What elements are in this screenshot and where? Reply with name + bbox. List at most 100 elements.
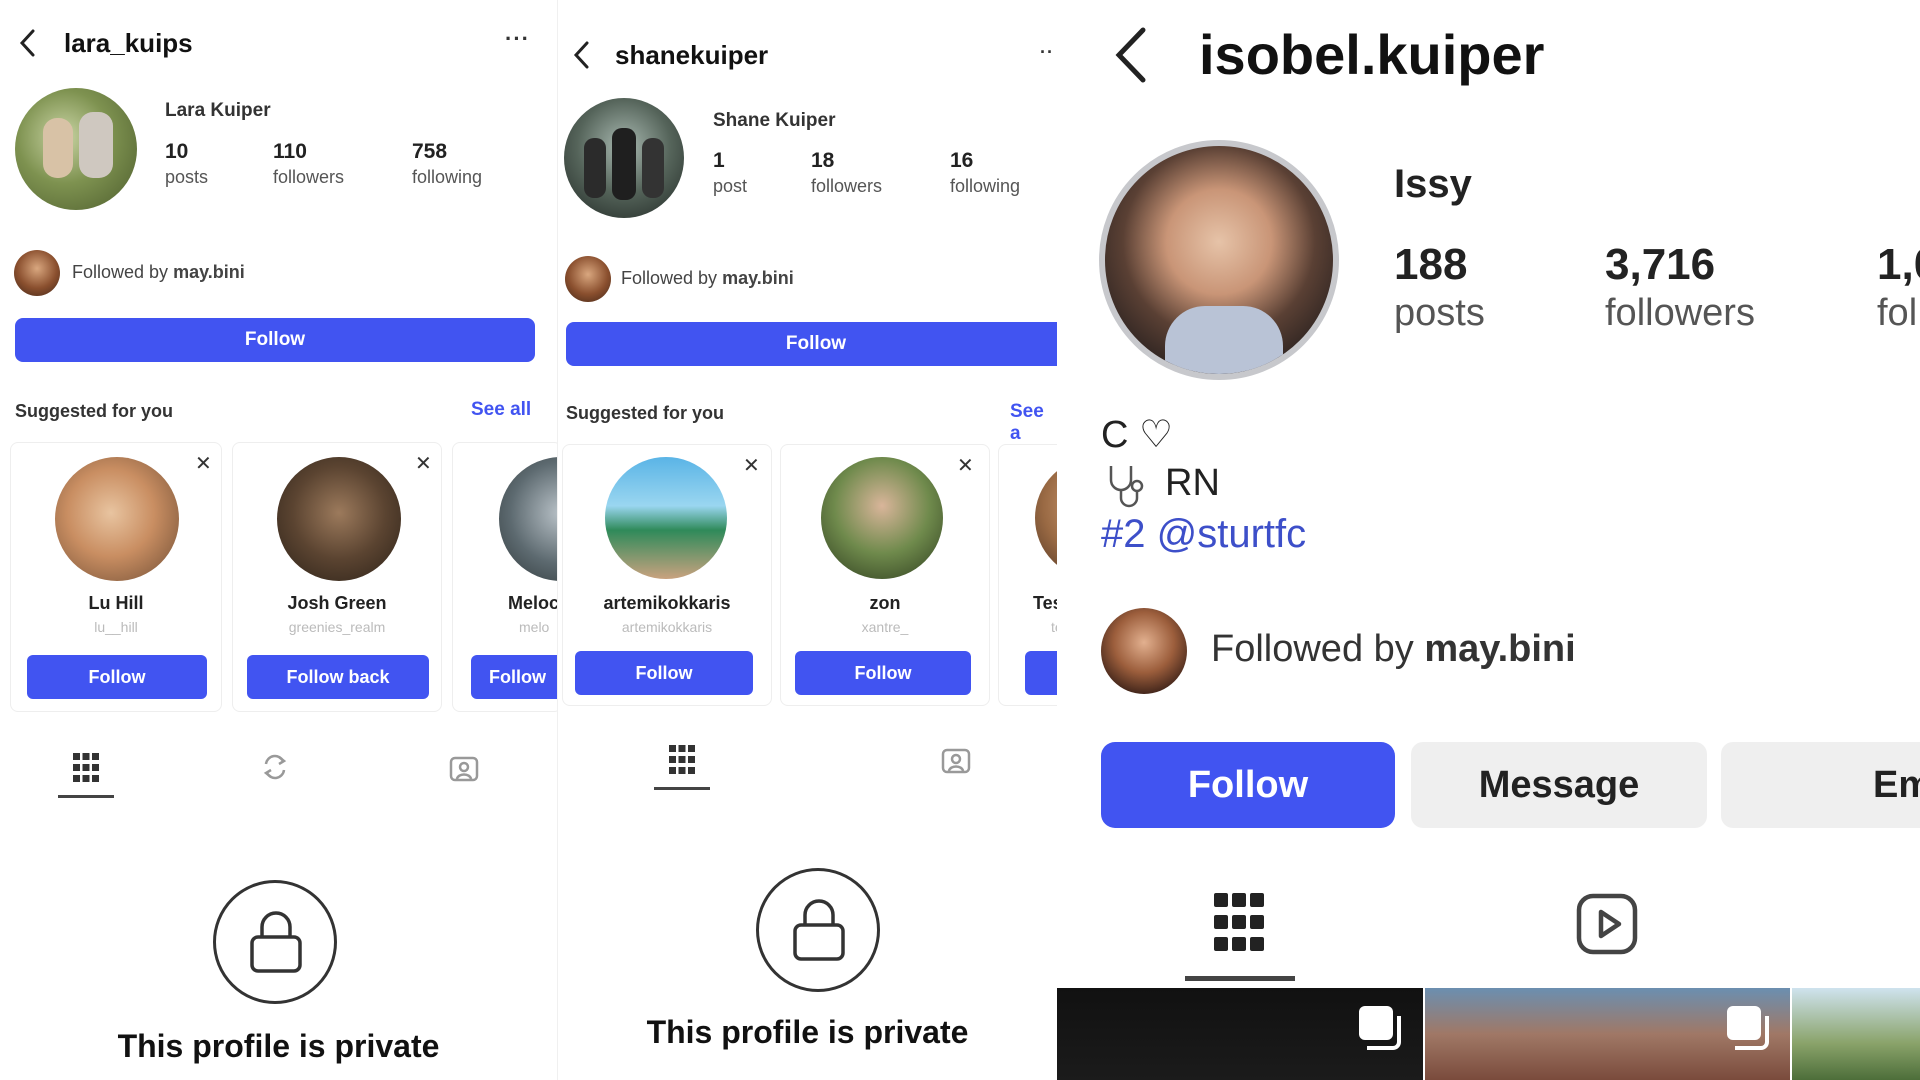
back-arrow-icon[interactable] (1113, 26, 1149, 84)
followed-by-text[interactable]: Followed by may.bini (621, 268, 794, 289)
dismiss-icon[interactable]: ✕ (195, 451, 212, 476)
suggestion-follow-button[interactable] (1025, 651, 1057, 695)
lock-circle (213, 880, 337, 1004)
profile-avatar (15, 88, 137, 210)
private-profile-text: This profile is private (646, 1014, 969, 1050)
stethoscope-icon (1109, 466, 1144, 508)
more-options-icon[interactable]: ··· (505, 26, 530, 52)
more-options-icon[interactable]: ·· (1040, 42, 1054, 63)
post-thumbnail[interactable] (1425, 988, 1790, 1080)
suggestion-name[interactable]: Lu Hill (11, 593, 221, 614)
suggested-title: Suggested for you (566, 403, 725, 423)
posts-label: post (713, 176, 748, 196)
following-count[interactable]: 758 (412, 140, 447, 164)
followers-label[interactable]: followers (811, 176, 882, 197)
active-tab-indicator (654, 787, 710, 790)
see-all-link[interactable]: See a (1010, 401, 1057, 445)
profile-username: isobel.kuiper (1199, 23, 1545, 86)
tagged-icon[interactable] (448, 752, 480, 784)
lock-icon (793, 899, 845, 961)
grid-icon[interactable] (72, 752, 100, 784)
following-label[interactable]: following (950, 176, 1020, 197)
profile-name: Lara Kuiper (165, 100, 271, 121)
post-thumbnail[interactable] (1057, 988, 1423, 1080)
posts-count: 10 (165, 140, 189, 163)
suggestion-handle: lu__hill (94, 619, 138, 635)
suggested-title: Suggested for you (15, 401, 174, 421)
lock-circle (756, 868, 880, 992)
dismiss-icon[interactable]: ✕ (415, 451, 432, 476)
followers-label[interactable]: followers (273, 167, 344, 188)
posts-label: posts (165, 167, 209, 187)
follow-button[interactable]: Follow (15, 318, 535, 362)
suggestion-handle: greenies_realm (288, 619, 386, 635)
posts-label: posts (1394, 292, 1485, 334)
posts-count: 188 (1394, 240, 1468, 289)
profile-panel-lara: lara_kuips ··· Lara Kuiper 10 posts 110 … (0, 0, 557, 1080)
bio-line-1: C ♡ (1101, 414, 1174, 456)
following-count[interactable]: 16 (950, 149, 973, 173)
reels-icon[interactable] (1575, 892, 1639, 956)
follow-button[interactable]: Follow (566, 322, 1057, 366)
followed-by-avatar (1101, 608, 1187, 694)
suggestion-avatar[interactable] (1035, 457, 1057, 579)
suggestion-card: ✕ Josh Green greenies_realm Follow back (232, 442, 442, 712)
back-arrow-icon[interactable] (572, 40, 592, 70)
followers-count[interactable]: 18 (811, 149, 834, 173)
grid-icon[interactable] (1213, 892, 1265, 952)
following-count[interactable]: 1,0 (1877, 240, 1920, 290)
follow-button[interactable]: Follow (1101, 742, 1395, 828)
suggestion-name[interactable]: Josh Green (233, 593, 441, 614)
see-all-link[interactable]: See all (471, 399, 531, 421)
message-button[interactable]: Message (1411, 742, 1707, 828)
suggestion-avatar[interactable] (605, 457, 727, 579)
profile-username: shanekuiper (615, 40, 769, 70)
suggestion-card: ✕ zon xantre_ Follow (780, 444, 990, 706)
suggestion-avatar[interactable] (277, 457, 401, 581)
dismiss-icon[interactable]: ✕ (743, 453, 760, 478)
active-tab-indicator (58, 795, 114, 798)
suggestion-follow-button[interactable]: Follow (795, 651, 971, 695)
suggestion-handle: xantre_ (861, 619, 909, 635)
suggestion-follow-button[interactable]: Follow (471, 655, 557, 699)
suggestion-avatar[interactable] (821, 457, 943, 579)
post-thumbnail[interactable] (1792, 988, 1920, 1080)
suggestion-name[interactable]: artemikokkaris (563, 593, 771, 614)
suggestion-follow-button[interactable]: Follow (27, 655, 207, 699)
profile-panel-isobel: isobel.kuiper Issy 188 posts 3,716 follo… (1057, 0, 1920, 1080)
suggestion-card: ✕ Lu Hill lu__hill Follow (10, 442, 222, 712)
back-arrow-icon[interactable] (18, 28, 38, 58)
profile-avatar (1099, 140, 1339, 380)
suggestion-handle: artemikokkaris (621, 619, 713, 635)
suggestion-avatar[interactable] (55, 457, 179, 581)
followers-label[interactable]: followers (1605, 292, 1755, 335)
profile-name: Issy (1394, 162, 1472, 206)
private-profile-text: This profile is private (117, 1028, 440, 1064)
profile-avatar (564, 98, 684, 218)
suggestion-avatar[interactable] (499, 457, 557, 581)
tagged-icon[interactable] (940, 744, 972, 776)
suggestion-name[interactable]: zon (781, 593, 989, 614)
followers-count[interactable]: 3,716 (1605, 240, 1715, 290)
followed-by-avatar (565, 256, 611, 302)
profile-name: Shane Kuiper (713, 110, 836, 131)
multi-post-icon (1359, 1006, 1401, 1050)
suggestion-follow-button[interactable]: Follow (575, 651, 753, 695)
dismiss-icon[interactable]: ✕ (957, 453, 974, 478)
suggestion-name[interactable]: Meloc (508, 593, 557, 614)
following-label[interactable]: following (412, 167, 482, 188)
suggestion-card: Tes te (998, 444, 1057, 706)
grid-icon[interactable] (668, 744, 696, 776)
following-label[interactable]: fol (1877, 292, 1917, 335)
followed-by-text[interactable]: Followed by may.bini (72, 262, 245, 283)
lock-icon (250, 911, 302, 973)
suggestion-follow-button[interactable]: Follow back (247, 655, 429, 699)
repost-icon[interactable] (260, 752, 290, 782)
bio-line-2: RN (1165, 462, 1220, 504)
suggestion-name[interactable]: Tes (1033, 593, 1057, 614)
bio-link[interactable]: #2 @sturtfc (1101, 512, 1306, 557)
email-button[interactable]: Email (1721, 742, 1920, 828)
followed-by-text[interactable]: Followed by may.bini (1211, 628, 1576, 671)
followers-count[interactable]: 110 (273, 140, 307, 164)
suggestion-handle: melo (519, 619, 550, 635)
